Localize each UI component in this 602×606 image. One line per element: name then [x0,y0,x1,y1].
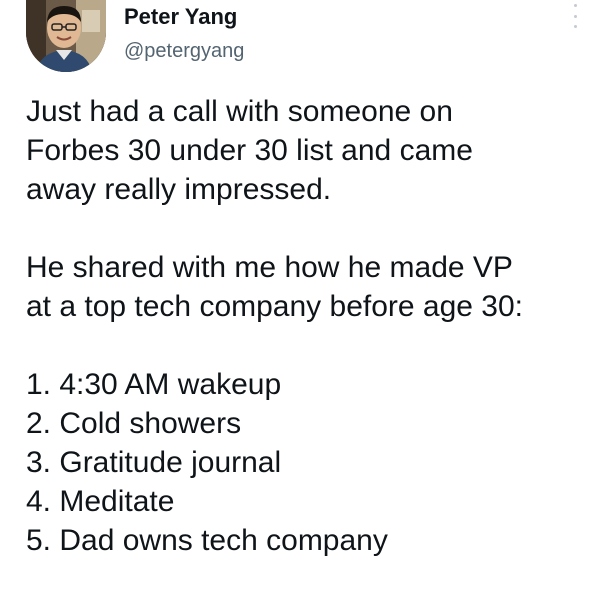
tweet-card: Peter Yang @petergyang Just had a call w… [0,0,602,606]
tweet-line: Forbes 30 under 30 list and came [26,134,473,167]
list-item: 5. Dad owns tech company [26,524,388,557]
author-name[interactable]: Peter Yang [124,4,237,30]
profile-avatar[interactable] [26,0,106,72]
tweet-line: He shared with me how he made VP [26,251,513,284]
list-item: 2. Cold showers [26,407,242,440]
more-dot [573,25,577,28]
tweet-line: at a top tech company before age 30: [26,290,524,323]
list-item: 4. Meditate [26,485,175,518]
list-item: 1. 4:30 AM wakeup [26,368,282,401]
tweet-line: away really impressed. [26,173,332,206]
more-dot [573,14,577,18]
list-item: 3. Gratitude journal [26,446,282,479]
tweet-line: Just had a call with someone on [26,95,453,128]
tweet-text: Just had a call with someone on Forbes 3… [26,92,596,560]
more-dot [573,4,577,7]
avatar-image [26,0,106,72]
more-options-icon[interactable] [568,4,582,28]
author-handle[interactable]: @petergyang [124,40,244,63]
